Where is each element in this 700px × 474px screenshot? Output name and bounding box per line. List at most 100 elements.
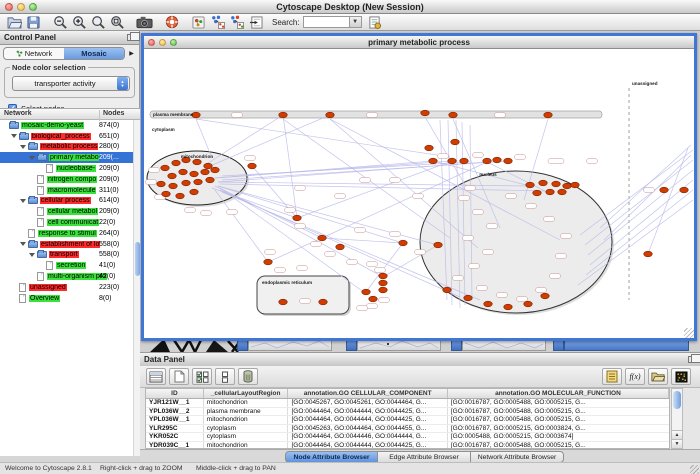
new-attribute-icon[interactable] xyxy=(169,368,189,385)
expand-arrow-icon[interactable] xyxy=(29,253,35,257)
network-node[interactable] xyxy=(369,296,377,302)
table-row[interactable]: YLR295Ccytoplasm[GO:0045263, GO:0044464,… xyxy=(146,425,669,434)
network-node[interactable] xyxy=(182,180,190,186)
network-node[interactable] xyxy=(211,167,219,173)
network-node[interactable] xyxy=(449,112,457,118)
tree-row[interactable]: primary metabol209(... xyxy=(0,152,140,163)
table-row[interactable]: YJR121W__1mitochondrion[GO:0045267, GO:0… xyxy=(146,399,669,408)
network-node[interactable] xyxy=(193,159,201,165)
tree-row[interactable]: secretion41(0) xyxy=(0,260,140,271)
tree-scrollbar[interactable] xyxy=(133,120,140,456)
expand-arrow-icon[interactable] xyxy=(20,145,26,149)
column-header[interactable]: ID xyxy=(146,389,204,398)
expand-arrow-icon[interactable] xyxy=(20,242,26,246)
network-node[interactable] xyxy=(168,173,176,179)
network-node[interactable] xyxy=(379,280,387,286)
search-dropdown-icon[interactable]: ▼ xyxy=(349,16,362,28)
tree-row-label[interactable]: cellular process xyxy=(40,197,91,204)
expand-arrow-icon[interactable] xyxy=(11,134,17,138)
zoom-out-icon[interactable] xyxy=(52,15,69,30)
network-node[interactable] xyxy=(279,299,287,305)
network-node[interactable] xyxy=(483,158,491,164)
network-node[interactable] xyxy=(248,163,256,169)
layout-a-icon[interactable] xyxy=(209,15,226,30)
scroll-up-icon[interactable]: ▲ xyxy=(672,430,682,439)
network-node[interactable] xyxy=(546,189,554,195)
expand-arrow-icon[interactable] xyxy=(29,156,35,160)
network-node[interactable] xyxy=(524,301,532,307)
table-cell[interactable]: [GO:0005488, GO:0005215, GO:0003674] xyxy=(448,433,669,441)
layout-b-icon[interactable] xyxy=(228,15,245,30)
network-node[interactable] xyxy=(425,145,433,151)
network-window-titlebar[interactable]: primary metabolic process xyxy=(144,36,694,49)
table-cell[interactable]: mitochondrion xyxy=(204,399,289,407)
network-node[interactable] xyxy=(421,110,429,116)
column-header[interactable]: _cellularLayoutRegion xyxy=(204,389,289,398)
table-cell[interactable]: mitochondrion xyxy=(204,442,289,450)
attribute-table-icon[interactable] xyxy=(146,368,166,385)
network-node[interactable] xyxy=(563,183,571,189)
tree-row-label[interactable]: metabolic process xyxy=(40,143,98,150)
expand-arrow-icon[interactable] xyxy=(20,199,26,203)
tree-row-label[interactable]: biological_process xyxy=(31,133,91,140)
help-icon[interactable] xyxy=(163,15,180,30)
snapshot-icon[interactable] xyxy=(136,15,153,30)
network-node[interactable] xyxy=(533,190,541,196)
app-resize-grip[interactable] xyxy=(690,465,699,474)
table-cell[interactable]: [GO:0044464, GO:0044446, GO:0044444, G..… xyxy=(288,433,447,441)
select-attributes-icon[interactable] xyxy=(192,368,212,385)
column-header[interactable]: annotation.GO CELLULAR_COMPONENT xyxy=(288,389,447,398)
tree-row-label[interactable]: Overview xyxy=(29,295,60,302)
tree-row-label[interactable]: nucleobase- xyxy=(56,165,96,172)
network-node[interactable] xyxy=(399,240,407,246)
network-node[interactable] xyxy=(336,244,344,250)
network-node[interactable] xyxy=(194,179,202,185)
table-cell[interactable]: YPL036W__1 xyxy=(146,416,204,424)
network-node[interactable] xyxy=(544,112,552,118)
attribute-matrix-icon[interactable] xyxy=(671,368,691,385)
tree-row-label[interactable]: unassigned xyxy=(29,284,67,291)
table-row[interactable]: YPL036W__2plasma membrane[GO:0044464, GO… xyxy=(146,408,669,417)
network-node[interactable] xyxy=(448,158,456,164)
tree-row[interactable]: macromolecule311(0) xyxy=(0,185,140,196)
zoom-selected-icon[interactable] xyxy=(109,15,126,30)
tree-row-label[interactable]: mosaic-demo-yeast xyxy=(21,122,84,129)
tree-row[interactable]: unassigned223(0) xyxy=(0,282,140,293)
tree-row[interactable]: metabolic process280(0) xyxy=(0,142,140,153)
network-window-resize-grip[interactable] xyxy=(684,328,694,338)
network-node[interactable] xyxy=(434,242,442,248)
network-node[interactable] xyxy=(552,181,560,187)
network-node[interactable] xyxy=(493,157,501,163)
network-node[interactable] xyxy=(526,182,534,188)
open-icon[interactable] xyxy=(6,15,23,30)
table-row[interactable]: YPL036W__1mitochondrion[GO:0044464, GO:0… xyxy=(146,416,669,425)
tree-row[interactable]: mosaic-demo-yeast874(0) xyxy=(0,120,140,131)
network-node[interactable] xyxy=(279,112,287,118)
more-tabs-icon[interactable]: ▶ xyxy=(127,50,136,57)
network-node[interactable] xyxy=(293,215,301,221)
network-node[interactable] xyxy=(504,158,512,164)
table-cell[interactable]: [GO:0016787, GO:0005215, GO:0003824, G..… xyxy=(448,425,669,433)
network-node[interactable] xyxy=(429,158,437,164)
tree-row[interactable]: nucleobase-209(0) xyxy=(0,163,140,174)
network-node[interactable] xyxy=(264,259,272,265)
network-node[interactable] xyxy=(179,169,187,175)
zoom-fit-icon[interactable] xyxy=(90,15,107,30)
network-node[interactable] xyxy=(190,189,198,195)
table-scrollbar-thumb[interactable] xyxy=(673,391,681,409)
table-cell[interactable]: mitochondrion xyxy=(204,416,289,424)
network-node[interactable] xyxy=(504,304,512,310)
network-node[interactable] xyxy=(326,112,334,118)
network-node[interactable] xyxy=(162,191,170,197)
tree-row[interactable]: biological_process651(0) xyxy=(0,131,140,142)
tree-row[interactable]: Overview8(0) xyxy=(0,293,140,304)
network-node[interactable] xyxy=(319,299,327,305)
column-header[interactable]: annotation.GO MOLECULAR_FUNCTION xyxy=(448,389,669,398)
table-cell[interactable]: YJR121W__1 xyxy=(146,399,204,407)
table-cell[interactable]: [GO:0016787, GO:0005488, GO:0005215, G..… xyxy=(448,399,669,407)
search-input[interactable] xyxy=(303,16,349,28)
tree-row[interactable]: response to stimul264(0) xyxy=(0,228,140,239)
tree-row-label[interactable]: cellular metabol xyxy=(47,208,98,215)
network-node[interactable] xyxy=(539,180,547,186)
network-node[interactable] xyxy=(190,171,198,177)
